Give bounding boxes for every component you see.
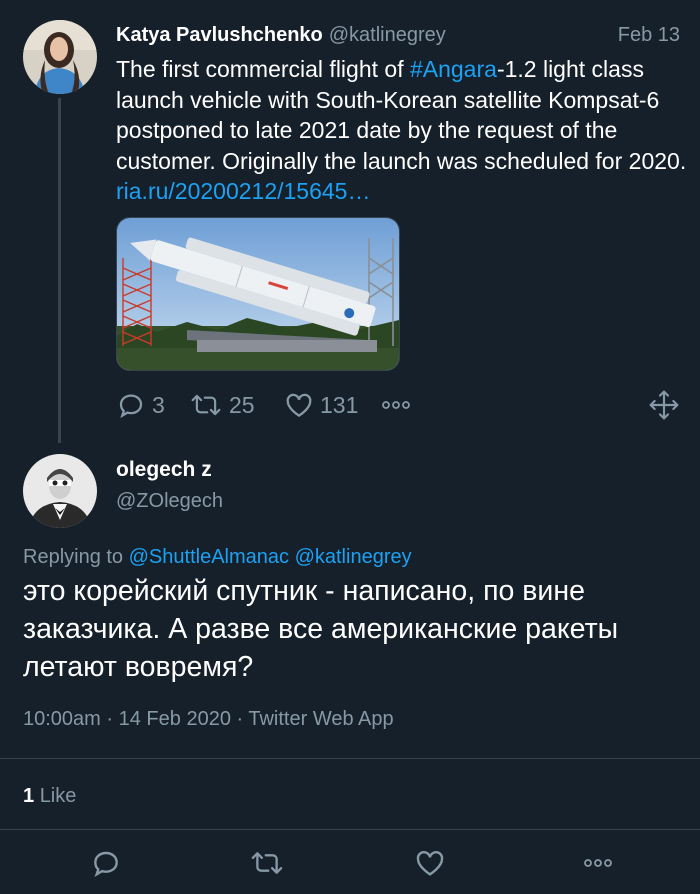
more-button[interactable] (380, 387, 412, 423)
tweet-source[interactable]: Twitter Web App (248, 708, 393, 730)
hashtag-link[interactable]: #Angara (410, 56, 497, 82)
retweet-icon (251, 852, 283, 874)
author-handle[interactable]: @katlinegrey (329, 24, 446, 46)
move-icon (649, 390, 679, 420)
reply-count: 3 (152, 391, 165, 418)
divider (0, 829, 700, 830)
replying-label: Replying to (23, 546, 124, 568)
divider (0, 758, 700, 759)
author-name[interactable]: Katya Pavlushchenko (116, 24, 323, 46)
likes-count: 1 (23, 785, 35, 807)
move-button[interactable] (648, 387, 680, 423)
parent-tweet[interactable]: Katya Pavlushchenko @katlinegrey Feb 13 T… (0, 0, 700, 443)
likes-label: Like (39, 785, 77, 807)
tweet-text: The first commercial flight of #Angara-1… (116, 54, 691, 207)
like-icon (416, 851, 444, 876)
tweet-media-image[interactable] (116, 217, 400, 371)
more-icon (584, 859, 612, 867)
separator: · (230, 708, 249, 730)
tweet-header: Katya Pavlushchenko @katlinegrey Feb 13 (116, 22, 686, 52)
tweet-actions: 3 25 131 (116, 387, 686, 423)
separator: · (100, 708, 119, 730)
like-count: 131 (320, 391, 359, 418)
reply-avatar[interactable] (23, 454, 97, 528)
avatar[interactable] (23, 20, 97, 94)
like-button[interactable]: 131 (284, 387, 358, 423)
reply-text: это корейский спутник - написано, по вин… (23, 575, 619, 683)
tweet-full-date[interactable]: 14 Feb 2020 (119, 708, 231, 730)
replying-to: Replying to @ShuttleAlmanac @katlinegrey (23, 546, 412, 569)
mention-link[interactable]: @katlinegrey (295, 546, 412, 568)
reply-icon (119, 394, 143, 419)
tweet-meta: 10:00am · 14 Feb 2020 · Twitter Web App (23, 708, 394, 731)
tweet-text-part: The first commercial flight of (116, 56, 410, 82)
like-icon (286, 393, 312, 417)
tweet-time[interactable]: 10:00am (23, 708, 101, 730)
thread-line (58, 98, 61, 443)
retweet-button[interactable]: 25 (189, 387, 255, 423)
retweet-count: 25 (229, 391, 255, 418)
reply-button[interactable]: 3 (116, 387, 165, 423)
mention-link[interactable]: @ShuttleAlmanac (129, 546, 289, 568)
reply-icon (94, 851, 118, 877)
likes-summary[interactable]: 1 Like (23, 785, 76, 808)
reply-button[interactable] (90, 845, 122, 881)
reply-author-name[interactable]: olegech z (116, 458, 212, 482)
reply-author-handle[interactable]: @ZOlegech (116, 490, 223, 513)
reply-actions (0, 845, 700, 885)
more-button[interactable] (582, 845, 614, 881)
article-link[interactable]: ria.ru/20200212/15645… (116, 178, 370, 204)
tweet-date[interactable]: Feb 13 (618, 22, 680, 48)
like-button[interactable] (414, 845, 446, 881)
retweet-button[interactable] (249, 845, 285, 881)
retweet-icon (191, 394, 221, 416)
more-icon (382, 401, 410, 409)
